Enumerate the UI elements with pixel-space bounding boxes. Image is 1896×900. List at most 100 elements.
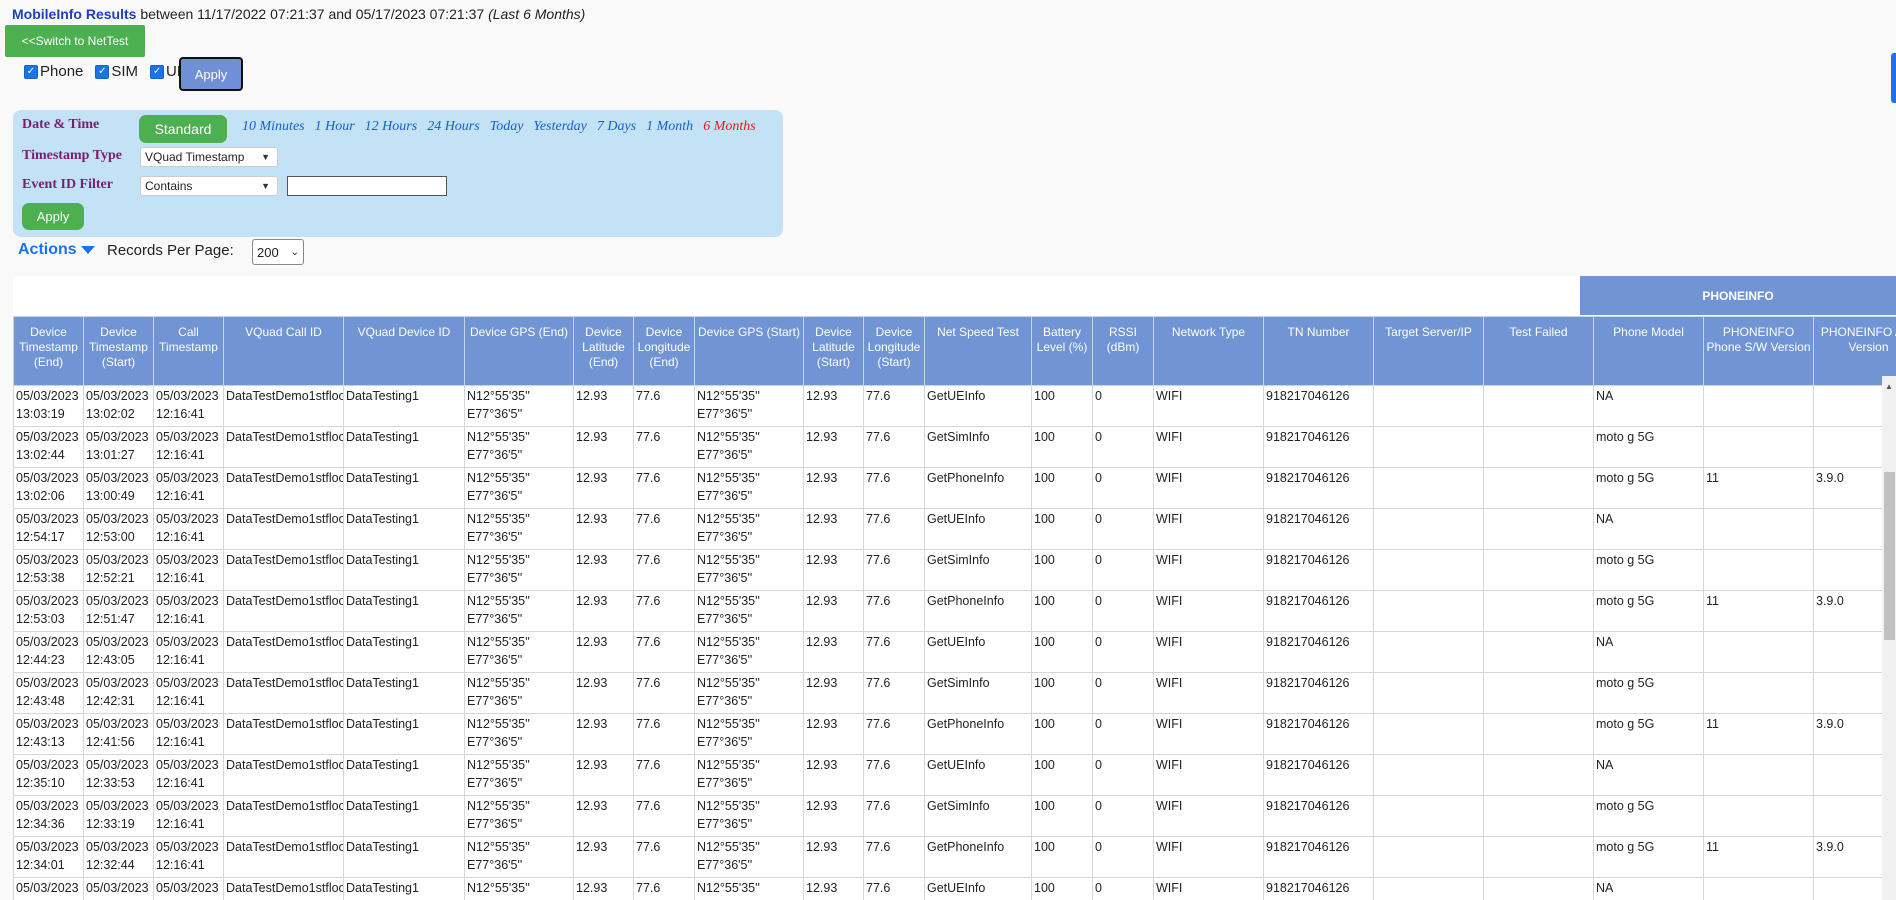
column-header[interactable]: Device Latitude (Start): [803, 316, 864, 386]
table-cell: DataTestDemo1stfloor: [223, 877, 344, 900]
table-cell: DataTesting1: [343, 877, 465, 900]
table-cell: N12°55'35'' E77°36'5'': [694, 508, 804, 550]
table-cell: 100: [1031, 467, 1093, 509]
scroll-up-icon[interactable]: ▲: [1885, 382, 1893, 391]
table-row[interactable]: 05/03/2023 12:43:48 05/03/2023 12:42:31 05…: [13, 672, 1896, 714]
table-cell: 12.93: [573, 467, 634, 509]
range-link[interactable]: 1 Hour: [315, 119, 355, 135]
column-header[interactable]: RSSI (dBm): [1092, 316, 1154, 386]
range-link[interactable]: Today: [490, 119, 524, 135]
table-row[interactable]: 05/03/2023 13:02:44 05/03/2023 13:01:27 05…: [13, 426, 1896, 468]
table-cell: 05/03/2023 12:43:48: [13, 672, 84, 714]
table-cell: 0: [1092, 385, 1154, 427]
table-cell: 77.6: [633, 754, 695, 796]
event-id-filter-input[interactable]: [287, 176, 447, 196]
caret-down-icon: [80, 246, 95, 254]
range-link[interactable]: 6 Months: [703, 119, 756, 135]
column-header[interactable]: VQuad Device ID: [343, 316, 465, 386]
column-header[interactable]: Phone Model: [1593, 316, 1704, 386]
records-per-page-select[interactable]: 200 ⌄: [252, 239, 304, 265]
column-header[interactable]: Net Speed Test: [924, 316, 1032, 386]
apply-filter-button[interactable]: Apply: [22, 203, 84, 230]
table-row[interactable]: 05/03/2023 12:53:03 05/03/2023 12:51:47 05…: [13, 590, 1896, 632]
table-cell: N12°55'35'' E77°36'5'': [694, 590, 804, 632]
column-header[interactable]: Test Failed: [1483, 316, 1594, 386]
table-row[interactable]: 05/03/2023 12:53:38 05/03/2023 12:52:21 05…: [13, 549, 1896, 591]
range-link[interactable]: Yesterday: [533, 119, 586, 135]
table-cell: 12.93: [803, 426, 864, 468]
column-header[interactable]: Call Timestamp: [153, 316, 224, 386]
table-cell: 12.93: [803, 508, 864, 550]
table-cell: 12.93: [573, 795, 634, 837]
range-link[interactable]: 24 Hours: [427, 119, 480, 135]
column-header[interactable]: Device Timestamp (End): [13, 316, 84, 386]
phone-checkbox[interactable]: ✓: [24, 64, 38, 79]
range-link[interactable]: 10 Minutes: [242, 119, 305, 135]
table-cell: 77.6: [633, 713, 695, 755]
table-cell: 12.93: [573, 631, 634, 673]
actions-menu[interactable]: Actions: [18, 241, 95, 259]
sim-checkbox[interactable]: ✓: [95, 64, 110, 79]
range-link[interactable]: 12 Hours: [365, 119, 418, 135]
table-cell: [1703, 426, 1814, 468]
table-cell: 11: [1703, 590, 1814, 632]
table-cell: DataTestDemo1stfloor: [223, 836, 344, 878]
table-cell: 918217046126: [1263, 795, 1374, 837]
column-header[interactable]: Battery Level (%): [1031, 316, 1093, 386]
column-header[interactable]: Network Type: [1153, 316, 1264, 386]
table-row[interactable]: 05/03/2023 12:54:17 05/03/2023 12:53:00 05…: [13, 508, 1896, 550]
table-cell: 77.6: [863, 713, 925, 755]
table-cell: WIFI: [1153, 467, 1264, 509]
table-cell: 12.93: [573, 836, 634, 878]
records-per-page-value: 200: [257, 244, 279, 260]
chevron-down-icon: ⌄: [290, 246, 299, 258]
column-header[interactable]: Device GPS (End): [464, 316, 574, 386]
column-header[interactable]: PHONEINFO Phone S/W Version: [1703, 316, 1814, 386]
table-cell: 11: [1703, 713, 1814, 755]
table-cell: 12.93: [573, 508, 634, 550]
table-cell: WIFI: [1153, 713, 1264, 755]
table-cell: 05/03/2023 12:16:41: [153, 836, 224, 878]
table-row[interactable]: 05/03/2023 13:02:06 05/03/2023 13:00:49 05…: [13, 467, 1896, 509]
table-row[interactable]: 05/03/2023 12:25:5305/03/2023 12:24:3505…: [13, 877, 1896, 900]
range-link[interactable]: 7 Days: [597, 119, 636, 135]
table-row[interactable]: 05/03/2023 13:03:19 05/03/2023 13:02:02 05…: [13, 385, 1896, 427]
column-header[interactable]: Device Latitude (End): [573, 316, 634, 386]
phoneinfo-group-header: PHONEINFO: [1580, 276, 1896, 315]
table-row[interactable]: 05/03/2023 12:34:01 05/03/2023 12:32:44 05…: [13, 836, 1896, 878]
table-cell: 100: [1031, 836, 1093, 878]
vertical-scrollbar[interactable]: ▲: [1882, 376, 1896, 900]
switch-to-nettest-button[interactable]: <<Switch to NetTest: [5, 25, 145, 57]
table-cell: [1703, 877, 1814, 900]
table-cell: GetPhoneInfo: [924, 590, 1032, 632]
column-header[interactable]: Device Longitude (End): [633, 316, 695, 386]
table-cell: [1483, 713, 1594, 755]
apply-type-filter-button[interactable]: Apply: [179, 57, 243, 91]
table-cell: 77.6: [633, 467, 695, 509]
column-header[interactable]: Device GPS (Start): [694, 316, 804, 386]
column-header[interactable]: TN Number: [1263, 316, 1374, 386]
table-cell: 12.93: [573, 672, 634, 714]
table-cell: N12°55'35'' E77°36'5'': [464, 754, 574, 796]
scrollbar-thumb[interactable]: [1884, 472, 1895, 640]
table-cell: 0: [1092, 467, 1154, 509]
range-link[interactable]: 1 Month: [646, 119, 693, 135]
table-row[interactable]: 05/03/2023 12:44:23 05/03/2023 12:43:05 05…: [13, 631, 1896, 673]
table-cell: [1483, 508, 1594, 550]
column-header[interactable]: Device Longitude (Start): [863, 316, 925, 386]
table-row[interactable]: 05/03/2023 12:34:36 05/03/2023 12:33:19 05…: [13, 795, 1896, 837]
standard-button[interactable]: Standard: [139, 115, 227, 143]
table-cell: 77.6: [633, 836, 695, 878]
table-row[interactable]: 05/03/2023 12:43:13 05/03/2023 12:41:56 05…: [13, 713, 1896, 755]
table-cell: 0: [1092, 836, 1154, 878]
timestamp-type-select[interactable]: VQuad Timestamp ▼: [140, 147, 278, 167]
ue-checkbox[interactable]: ✓: [150, 64, 165, 79]
table-row[interactable]: 05/03/2023 12:35:10 05/03/2023 12:33:53 05…: [13, 754, 1896, 796]
table-cell: 918217046126: [1263, 672, 1374, 714]
column-header[interactable]: Device Timestamp (Start): [83, 316, 154, 386]
table-cell: 11: [1703, 836, 1814, 878]
side-panel-tab[interactable]: [1891, 53, 1896, 103]
column-header[interactable]: Target Server/IP: [1373, 316, 1484, 386]
event-id-filter-select[interactable]: Contains ▼: [140, 176, 278, 196]
column-header[interactable]: VQuad Call ID: [223, 316, 344, 386]
